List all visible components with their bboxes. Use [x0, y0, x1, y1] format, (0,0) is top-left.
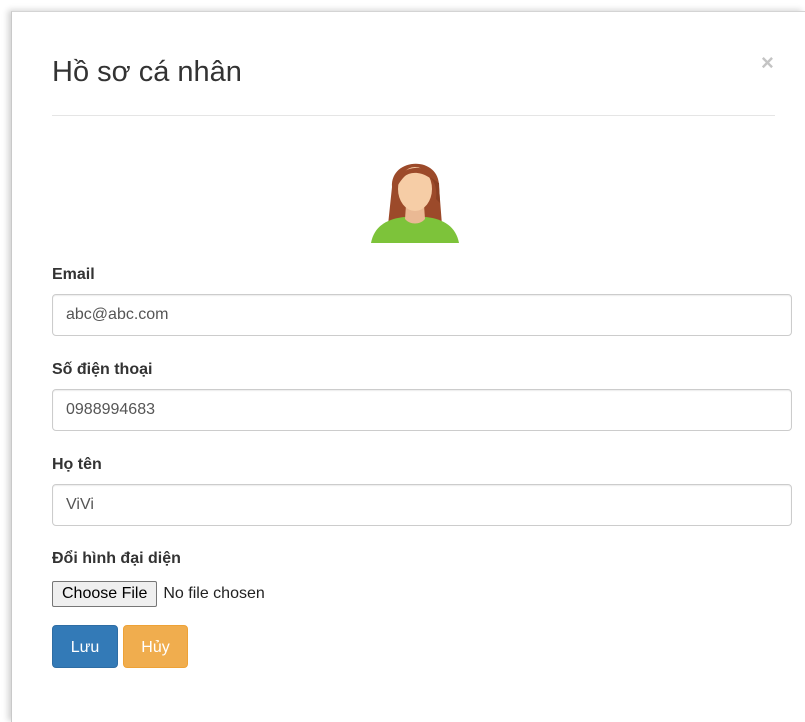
choose-file-button[interactable]: Choose File	[52, 581, 158, 607]
file-status: No file chosen	[163, 585, 265, 602]
phone-field[interactable]	[52, 389, 792, 431]
modal-title: Hồ sơ cá nhân	[52, 56, 242, 88]
fullname-label: Họ tên	[52, 456, 102, 473]
fullname-field[interactable]	[52, 484, 792, 526]
header-divider	[52, 115, 775, 116]
close-icon[interactable]: ×	[761, 52, 774, 74]
email-field[interactable]	[52, 294, 792, 336]
cancel-button[interactable]: Hủy	[123, 625, 188, 668]
save-button[interactable]: Lưu	[52, 625, 118, 668]
avatar-upload-label: Đổi hình đại diện	[52, 550, 181, 567]
female-user-avatar-icon	[371, 163, 459, 243]
file-input: Choose File No file chosen	[52, 581, 265, 607]
email-label: Email	[52, 266, 95, 283]
phone-label: Số điện thoại	[52, 361, 153, 378]
profile-modal: Hồ sơ cá nhân × Email Số điện thoại Họ t…	[11, 11, 805, 722]
